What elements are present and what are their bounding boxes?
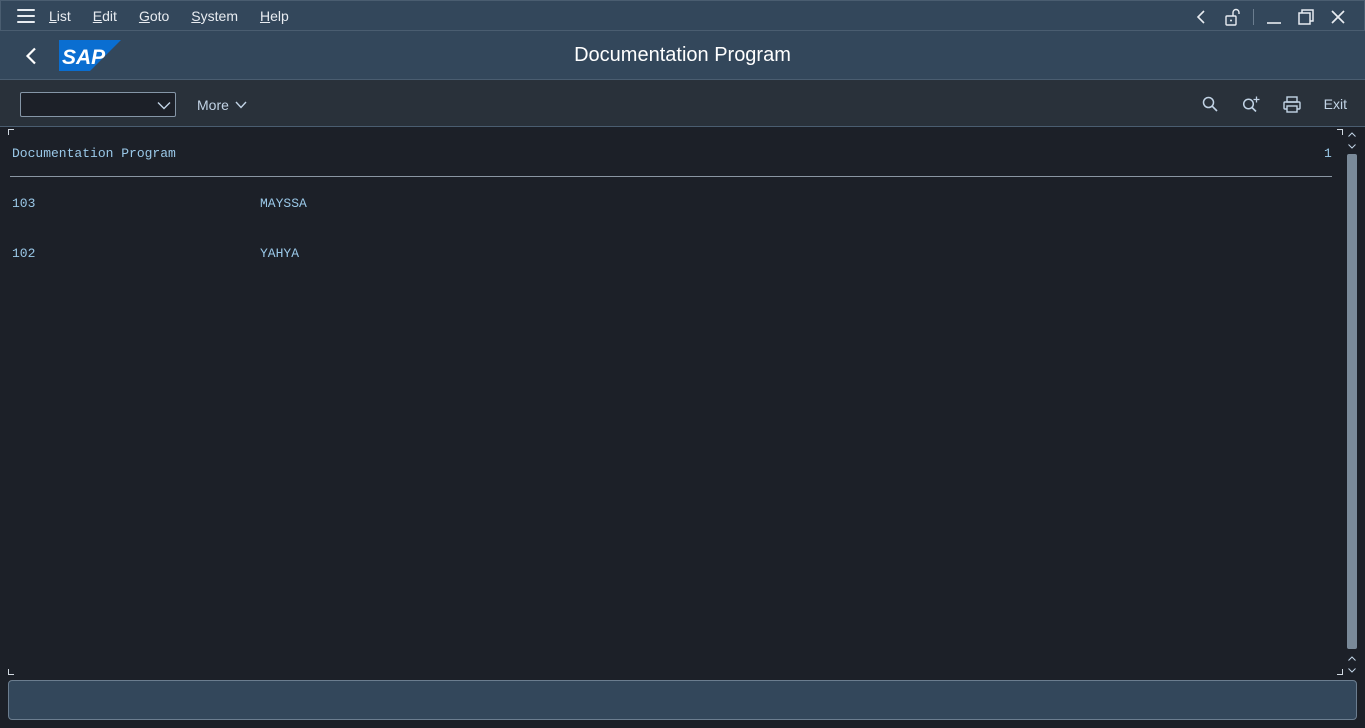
- window-controls-divider: [1253, 8, 1254, 25]
- list-output-area: Documentation Program 1 103 MAYSSA 102 Y…: [0, 128, 1365, 676]
- search-next-icon[interactable]: [1237, 91, 1265, 117]
- exit-button[interactable]: Exit: [1324, 96, 1347, 112]
- corner-marker: [8, 669, 14, 675]
- menu-goto[interactable]: Goto: [139, 8, 169, 24]
- menu-help[interactable]: Help: [260, 8, 289, 24]
- command-field[interactable]: [20, 92, 176, 117]
- print-icon[interactable]: [1278, 91, 1306, 117]
- scrollbar-thumb[interactable]: [1347, 154, 1357, 649]
- list-header-title: Documentation Program: [12, 146, 176, 161]
- chevron-down-icon[interactable]: [156, 97, 172, 113]
- search-icon[interactable]: [1196, 91, 1224, 117]
- scroll-up-icon[interactable]: [1344, 128, 1360, 140]
- command-input[interactable]: [25, 95, 153, 114]
- menu-system[interactable]: System: [191, 8, 238, 24]
- corner-marker: [1337, 129, 1343, 135]
- collapse-icon[interactable]: [1185, 1, 1217, 32]
- scroll-page-up-icon[interactable]: [1344, 652, 1360, 664]
- list-header-divider: [10, 176, 1332, 177]
- row-id[interactable]: 102: [12, 246, 35, 261]
- title-bar: SAP Documentation Program: [0, 31, 1365, 80]
- menu-edit[interactable]: Edit: [93, 8, 117, 24]
- menu-list[interactable]: List: [49, 8, 71, 24]
- hamburger-menu-icon[interactable]: [17, 8, 35, 23]
- scroll-down-icon[interactable]: [1344, 664, 1360, 676]
- more-button[interactable]: More: [190, 92, 254, 117]
- unlock-icon[interactable]: [1217, 1, 1249, 32]
- toolbar-right-actions: Exit: [1183, 91, 1347, 117]
- page-title: Documentation Program: [574, 44, 791, 66]
- window-controls: [1185, 1, 1354, 32]
- row-id[interactable]: 103: [12, 196, 35, 211]
- row-name[interactable]: MAYSSA: [260, 196, 307, 211]
- status-bar[interactable]: [8, 680, 1357, 720]
- minimize-icon[interactable]: [1258, 1, 1290, 32]
- close-icon[interactable]: [1322, 1, 1354, 32]
- corner-marker: [8, 129, 14, 135]
- more-button-label: More: [197, 96, 229, 113]
- list-page-number: 1: [1324, 146, 1332, 161]
- scroll-page-down-icon[interactable]: [1344, 140, 1360, 152]
- menu-items: List Edit Goto System Help: [49, 8, 311, 24]
- application-toolbar: More Exit: [0, 80, 1365, 127]
- corner-marker: [1337, 669, 1343, 675]
- vertical-scrollbar[interactable]: [1344, 128, 1360, 676]
- restore-icon[interactable]: [1290, 1, 1322, 32]
- menu-bar: List Edit Goto System Help: [0, 0, 1365, 31]
- chevron-down-icon: [235, 101, 247, 109]
- row-name[interactable]: YAHYA: [260, 246, 299, 261]
